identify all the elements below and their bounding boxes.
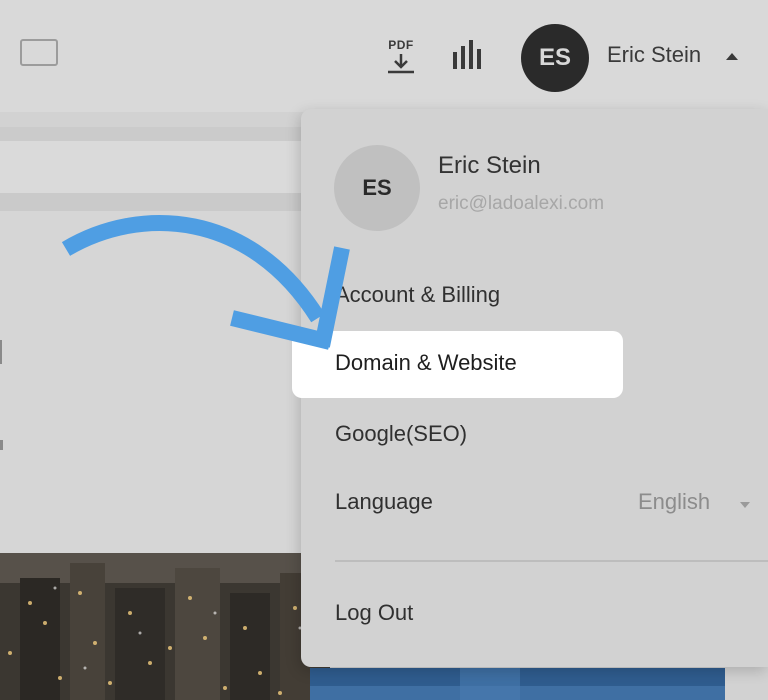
chevron-up-icon[interactable] xyxy=(726,53,738,60)
pdf-download-icon[interactable]: PDF xyxy=(384,38,418,78)
background-mark xyxy=(0,340,2,364)
background-panel xyxy=(0,211,330,553)
menu-item-logout[interactable]: Log Out xyxy=(335,600,413,626)
menu-item-language[interactable]: Language xyxy=(335,489,433,515)
landscape-photo xyxy=(310,668,725,700)
top-bar: PDF ES Eric Stein xyxy=(0,0,768,112)
menu-user-email: eric@ladoalexi.com xyxy=(438,193,605,214)
background-band xyxy=(0,127,330,141)
download-arrow-icon xyxy=(388,54,414,74)
user-avatar[interactable]: ES xyxy=(521,24,589,92)
background-band xyxy=(0,193,330,211)
chevron-down-icon[interactable] xyxy=(740,502,750,508)
background-field xyxy=(0,141,330,193)
city-night-photo xyxy=(0,553,330,700)
user-name-toggle[interactable]: Eric Stein xyxy=(607,42,701,68)
background-mark xyxy=(0,440,3,450)
desktop-preview-icon[interactable] xyxy=(20,39,58,66)
menu-user-avatar: ES xyxy=(334,145,420,231)
menu-item-google-seo[interactable]: Google(SEO) xyxy=(335,421,467,447)
menu-item-account-billing[interactable]: Account & Billing xyxy=(335,282,500,308)
language-select[interactable]: English xyxy=(638,489,710,515)
analytics-icon[interactable] xyxy=(452,40,486,70)
menu-item-label[interactable]: Domain & Website xyxy=(335,350,517,376)
menu-divider xyxy=(335,560,768,562)
menu-user-name: Eric Stein xyxy=(438,152,541,179)
